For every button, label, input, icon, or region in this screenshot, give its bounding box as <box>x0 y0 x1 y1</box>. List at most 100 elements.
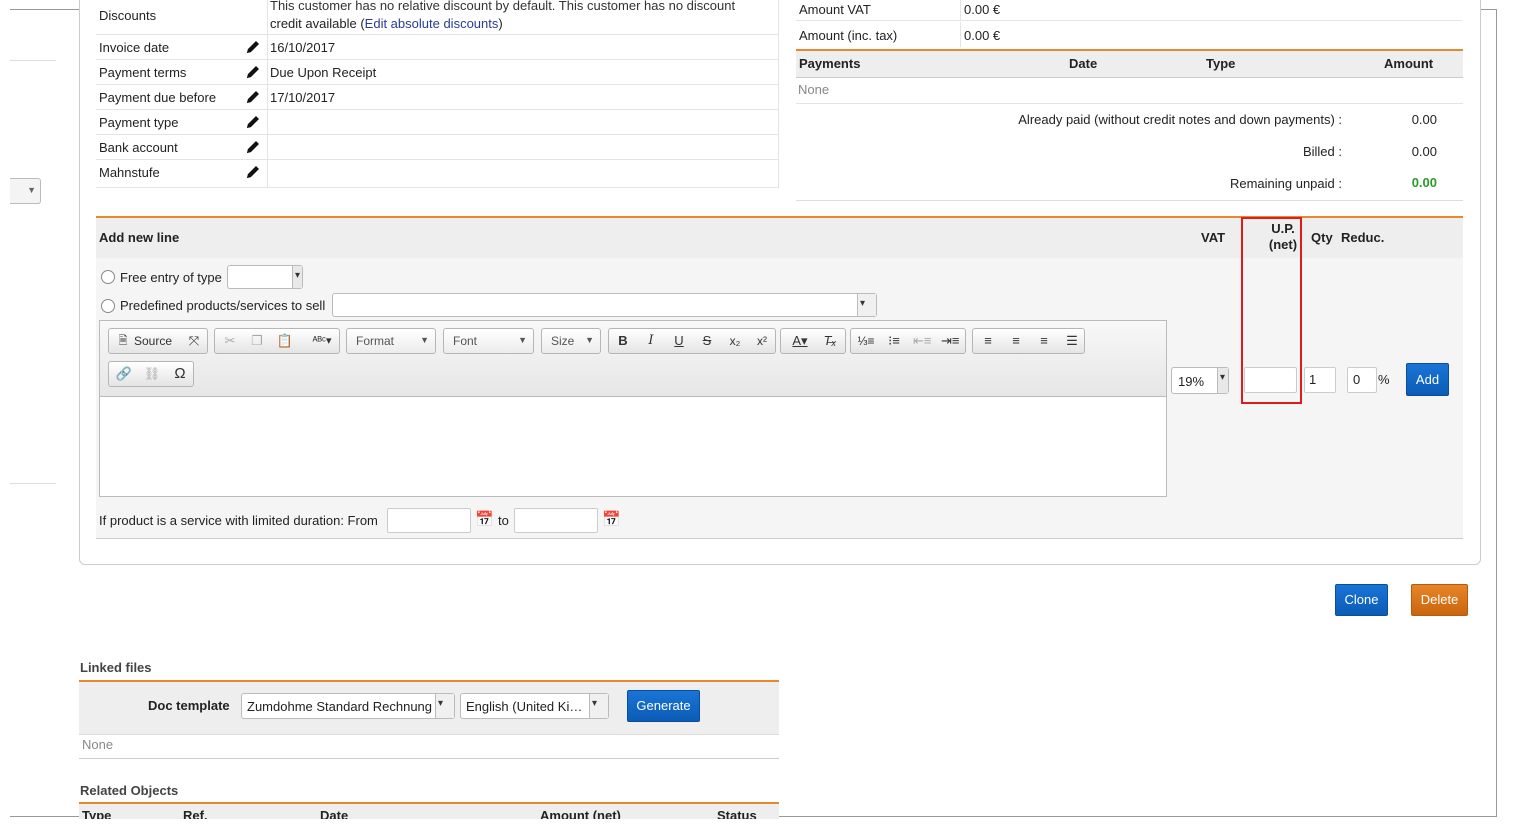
chevron-down-icon <box>589 694 608 718</box>
info-row: Payment type <box>96 110 779 135</box>
source-icon: 🗎 <box>118 335 128 347</box>
link-icon[interactable]: 🔗 <box>115 365 133 383</box>
info-row-discounts: Discounts This customer has no relative … <box>96 0 779 35</box>
col-reduc: Reduc. <box>1341 230 1385 245</box>
info-row: Payment due before 17/10/2017 <box>96 85 779 110</box>
free-entry-label: Free entry of type <box>120 270 222 285</box>
percent-sign: % <box>1378 372 1390 387</box>
bulleted-list-icon[interactable]: ⁝≡ <box>885 332 903 350</box>
special-char-icon[interactable]: Ω <box>171 365 189 383</box>
spellcheck-icon[interactable]: ᴬᴮᶜ▾ <box>308 332 336 350</box>
generate-button[interactable]: Generate <box>627 690 700 722</box>
quantity-input[interactable]: 1 <box>1304 367 1336 393</box>
col-qty: Qty <box>1311 230 1333 245</box>
font-combo[interactable]: Font ▼ <box>443 328 534 354</box>
related-col-status: Status <box>717 808 757 819</box>
free-entry-type-select[interactable] <box>227 265 303 289</box>
edit-pencil-icon[interactable] <box>244 163 262 181</box>
chevron-down-icon <box>435 694 454 718</box>
info-label: Payment type <box>99 115 179 130</box>
info-label: Discounts <box>99 8 157 23</box>
info-value: Due Upon Receipt <box>270 65 377 80</box>
outdent-icon[interactable]: ⇤≡ <box>913 332 931 350</box>
bold-icon[interactable]: B <box>615 332 631 350</box>
toolbar-group-links: 🔗 ⛓ Ω <box>108 361 194 387</box>
date-to-input[interactable] <box>514 508 598 533</box>
text-color-icon[interactable]: A▾ <box>787 332 813 350</box>
vat-rate-select[interactable]: 19% <box>1171 367 1229 394</box>
indent-icon[interactable]: ⇥≡ <box>941 332 959 350</box>
align-justify-icon[interactable]: ☰ <box>1063 332 1081 350</box>
edit-pencil-icon[interactable] <box>244 113 262 131</box>
discounts-text: This customer has no relative discount b… <box>270 0 736 13</box>
related-col-amount: Amount (net) <box>540 808 621 819</box>
size-combo[interactable]: Size ▼ <box>541 328 601 354</box>
chevron-down-icon <box>857 294 876 316</box>
edit-pencil-icon[interactable] <box>244 63 262 81</box>
subscript-icon[interactable]: x₂ <box>725 332 745 350</box>
to-label: to <box>498 513 509 528</box>
billed-label: Billed : <box>1302 144 1342 159</box>
remove-format-icon[interactable]: T̶ₓ <box>821 332 839 350</box>
free-entry-radio[interactable] <box>101 270 115 284</box>
chevron-down-icon: ▼ <box>518 335 527 345</box>
calendar-icon[interactable]: 📅 <box>602 510 621 528</box>
sidebar-divider <box>10 483 56 484</box>
toolbar-group-colors: A▾ T̶ₓ <box>780 328 846 354</box>
superscript-icon[interactable]: x² <box>752 332 772 350</box>
cut-icon[interactable]: ✂ <box>221 332 239 350</box>
doc-template-select[interactable]: Zumdohme Standard Rechnung <box>241 693 455 719</box>
already-paid-label: Already paid (without credit notes and d… <box>1018 112 1342 127</box>
align-left-icon[interactable]: ≡ <box>979 332 997 350</box>
copy-icon[interactable]: ❐ <box>248 332 266 350</box>
info-label: Payment due before <box>99 90 217 105</box>
chevron-down-icon: ▼ <box>420 335 429 345</box>
info-value: 17/10/2017 <box>270 90 336 105</box>
description-editor[interactable]: 🗎 Source ⤧ ✂ ❐ 📋 ᴬᴮᶜ▾ Format ▼ Font ▼ Size… <box>99 320 1167 497</box>
date-from-input[interactable] <box>387 508 471 533</box>
numbered-list-icon[interactable]: ⅓≡ <box>857 332 875 350</box>
add-line-button[interactable]: Add <box>1406 363 1449 396</box>
info-label: Mahnstufe <box>99 165 160 180</box>
service-duration-label: If product is a service with limited dur… <box>99 513 378 528</box>
info-row: Mahnstufe <box>96 160 779 188</box>
language-select[interactable]: English (United Ki… <box>460 693 609 719</box>
source-button[interactable]: Source <box>134 332 172 350</box>
edit-pencil-icon[interactable] <box>244 38 262 56</box>
toolbar-group-align: ≡ ≡ ≡ ☰ <box>972 328 1085 354</box>
predefined-radio[interactable] <box>101 299 115 313</box>
align-center-icon[interactable]: ≡ <box>1007 332 1025 350</box>
clone-button[interactable]: Clone <box>1335 584 1388 616</box>
sidebar-divider <box>10 60 56 61</box>
info-row: Bank account <box>96 135 779 160</box>
format-combo[interactable]: Format ▼ <box>346 328 436 354</box>
toolbar-group-clipboard: ✂ ❐ 📋 ᴬᴮᶜ▾ <box>214 328 340 354</box>
delete-button[interactable]: Delete <box>1411 584 1468 616</box>
remaining-unpaid-label: Remaining unpaid : <box>1229 176 1342 191</box>
edit-pencil-icon[interactable] <box>244 138 262 156</box>
maximize-icon[interactable]: ⤧ <box>185 332 203 350</box>
sidebar-select[interactable]: ▼ <box>10 178 41 204</box>
edit-absolute-discounts-link[interactable]: Edit absolute discounts <box>365 16 499 31</box>
amount-inc-tax-value: 0.00 € <box>964 28 1001 43</box>
linked-files-title: Linked files <box>80 660 152 675</box>
calendar-icon[interactable]: 📅 <box>475 510 494 528</box>
editor-toolbar: 🗎 Source ⤧ ✂ ❐ 📋 ᴬᴮᶜ▾ Format ▼ Font ▼ Size… <box>100 321 1166 397</box>
doc-template-label: Doc template <box>148 698 230 713</box>
info-value: 16/10/2017 <box>270 40 336 55</box>
align-right-icon[interactable]: ≡ <box>1035 332 1053 350</box>
italic-icon[interactable]: I <box>643 332 659 350</box>
toolbar-group-basicstyles: B I U S x₂ x² <box>608 328 776 354</box>
reduction-input[interactable]: 0 <box>1347 367 1377 393</box>
related-col-date: Date <box>320 808 349 819</box>
paste-icon[interactable]: 📋 <box>276 332 294 350</box>
strike-icon[interactable]: S <box>699 332 715 350</box>
edit-pencil-icon[interactable] <box>244 88 262 106</box>
info-row: Payment terms Due Upon Receipt <box>96 60 779 85</box>
amount-vat-row: Amount VAT 0.00 € <box>796 0 1462 21</box>
linked-files-header: Doc template Zumdohme Standard Rechnung … <box>79 680 779 735</box>
predefined-product-select[interactable] <box>332 293 877 317</box>
unlink-icon[interactable]: ⛓ <box>143 365 161 383</box>
chevron-down-icon: ▼ <box>27 185 36 195</box>
underline-icon[interactable]: U <box>671 332 687 350</box>
